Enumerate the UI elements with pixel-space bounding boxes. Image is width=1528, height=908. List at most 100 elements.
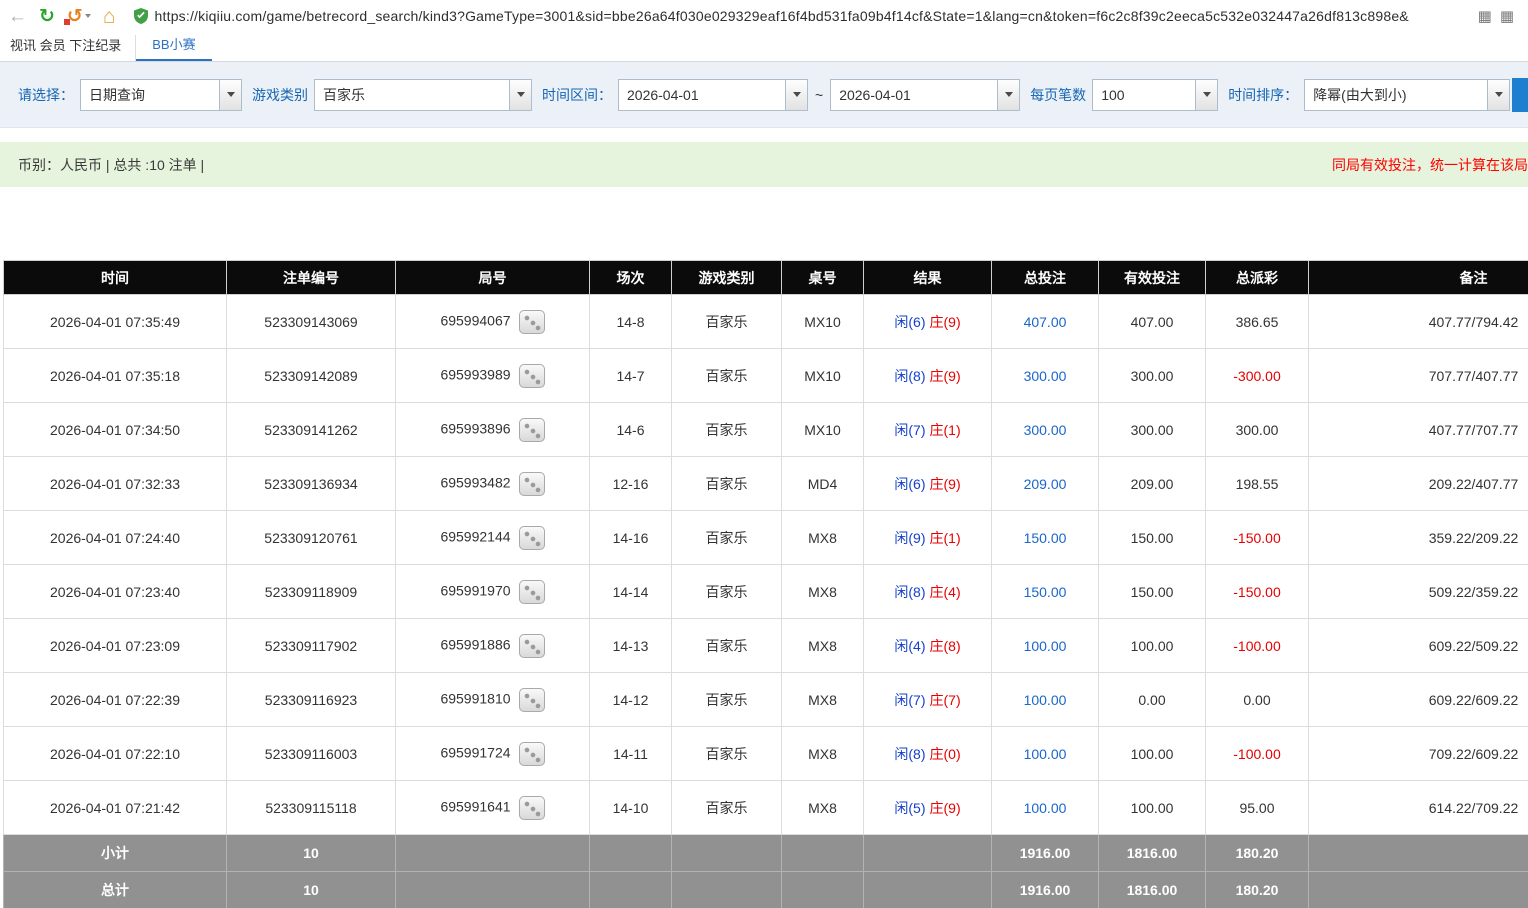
- cell-time: 2026-04-01 07:22:10: [4, 727, 227, 781]
- date-to-select[interactable]: 2026-04-01: [830, 79, 1020, 111]
- address-bar[interactable]: https://kiqiiu.com/game/betrecord_search…: [128, 3, 1520, 29]
- cell-total-bet[interactable]: 407.00: [992, 295, 1099, 349]
- cell-result: 闲(5)庄(9): [864, 781, 992, 835]
- footer-cell: [590, 835, 672, 872]
- banker-result: 庄(4): [930, 584, 961, 600]
- cell-total-bet[interactable]: 100.00: [992, 781, 1099, 835]
- column-header: 总派彩: [1206, 261, 1309, 295]
- dice-replay-icon[interactable]: [519, 526, 545, 550]
- date-from-select[interactable]: 2026-04-01: [618, 79, 808, 111]
- footer-cell: [1309, 835, 1528, 872]
- dice-replay-icon[interactable]: [519, 796, 545, 820]
- query-type-select[interactable]: 日期查询: [80, 79, 242, 111]
- dice-replay-icon[interactable]: [519, 580, 545, 604]
- tab-bb-games[interactable]: BB小赛: [136, 34, 211, 61]
- cell-total-bet[interactable]: 100.00: [992, 673, 1099, 727]
- page-size-label: 每页笔数: [1030, 85, 1086, 105]
- cell-bet-id: 523309142089: [227, 349, 396, 403]
- column-header: 注单编号: [227, 261, 396, 295]
- cell-bet-id: 523309120761: [227, 511, 396, 565]
- back-icon[interactable]: ←: [8, 7, 27, 26]
- footer-cell: [396, 835, 590, 872]
- cell-bet-id: 523309116923: [227, 673, 396, 727]
- cell-result: 闲(7)庄(1): [864, 403, 992, 457]
- cell-session: 14-8: [590, 295, 672, 349]
- footer-cell: [396, 872, 590, 908]
- cell-round: 695993989: [396, 349, 590, 403]
- cell-round: 695994067: [396, 295, 590, 349]
- cell-session: 12-16: [590, 457, 672, 511]
- cell-result: 闲(6)庄(9): [864, 295, 992, 349]
- cell-game-type: 百家乐: [672, 403, 782, 457]
- cell-time: 2026-04-01 07:32:33: [4, 457, 227, 511]
- cell-total-bet[interactable]: 300.00: [992, 403, 1099, 457]
- cell-session: 14-13: [590, 619, 672, 673]
- cell-game-type: 百家乐: [672, 619, 782, 673]
- page-size-value: 100: [1093, 87, 1124, 103]
- dice-replay-icon[interactable]: [519, 634, 545, 658]
- dice-replay-icon[interactable]: [519, 418, 545, 442]
- cell-remark: 407.77/707.77: [1309, 403, 1528, 457]
- cell-remark: 209.22/407.77: [1309, 457, 1528, 511]
- footer-cell: [864, 872, 992, 908]
- cell-payout: 95.00: [1206, 781, 1309, 835]
- cell-round: 695991810: [396, 673, 590, 727]
- cell-game-type: 百家乐: [672, 727, 782, 781]
- dice-replay-icon[interactable]: [519, 310, 545, 334]
- cell-valid-bet: 407.00: [1099, 295, 1206, 349]
- url-text[interactable]: https://kiqiiu.com/game/betrecord_search…: [155, 8, 1467, 24]
- cell-payout: -150.00: [1206, 565, 1309, 619]
- game-type-value: 百家乐: [315, 85, 365, 105]
- undo-button[interactable]: ↺: [67, 7, 91, 26]
- cell-table-no: MX8: [782, 565, 864, 619]
- chevron-down-icon: [219, 80, 241, 110]
- secure-shield-icon[interactable]: [134, 8, 148, 24]
- cell-total-bet[interactable]: 300.00: [992, 349, 1099, 403]
- player-result: 闲(5): [894, 800, 925, 816]
- cell-time: 2026-04-01 07:21:42: [4, 781, 227, 835]
- cell-payout: 0.00: [1206, 673, 1309, 727]
- banker-result: 庄(9): [930, 314, 961, 330]
- cell-table-no: MX8: [782, 619, 864, 673]
- cell-remark: 614.22/709.22: [1309, 781, 1528, 835]
- cell-session: 14-10: [590, 781, 672, 835]
- cell-total-bet[interactable]: 100.00: [992, 619, 1099, 673]
- cell-table-no: MX8: [782, 511, 864, 565]
- cell-table-no: MX8: [782, 673, 864, 727]
- refresh-icon[interactable]: ↻: [39, 7, 55, 26]
- cell-bet-id: 523309143069: [227, 295, 396, 349]
- cell-bet-id: 523309118909: [227, 565, 396, 619]
- page-size-select[interactable]: 100: [1092, 79, 1218, 111]
- game-type-label: 游戏类别: [252, 85, 308, 105]
- bet-row: 2026-04-01 07:22:39523309116923695991810…: [4, 673, 1528, 727]
- cell-total-bet[interactable]: 150.00: [992, 511, 1099, 565]
- footer-cell: 10: [227, 835, 396, 872]
- bet-records-table-wrap: 时间注单编号局号场次游戏类别桌号结果总投注有效投注总派彩备注 2026-04-0…: [3, 260, 1528, 908]
- cell-table-no: MX8: [782, 727, 864, 781]
- sort-order-select[interactable]: 降幂(由大到小): [1304, 79, 1510, 111]
- cell-time: 2026-04-01 07:23:09: [4, 619, 227, 673]
- dice-replay-icon[interactable]: [519, 742, 545, 766]
- cell-total-bet[interactable]: 209.00: [992, 457, 1099, 511]
- summary-currency-count: 币别：人民币 | 总共 :10 注单 |: [18, 155, 204, 175]
- date-to-value: 2026-04-01: [831, 87, 911, 103]
- cell-total-bet[interactable]: 150.00: [992, 565, 1099, 619]
- toolbar-extensions: ▦ ▦: [1478, 7, 1514, 25]
- cell-round: 695991724: [396, 727, 590, 781]
- extension-grid-icon-2[interactable]: ▦: [1500, 7, 1514, 25]
- undo-caret-icon: [85, 14, 91, 18]
- dice-replay-icon[interactable]: [519, 688, 545, 712]
- game-type-select[interactable]: 百家乐: [314, 79, 532, 111]
- search-button[interactable]: 查询: [1512, 78, 1528, 112]
- dice-replay-icon[interactable]: [519, 472, 545, 496]
- banker-result: 庄(9): [930, 476, 961, 492]
- dice-replay-icon[interactable]: [519, 364, 545, 388]
- cell-total-bet[interactable]: 100.00: [992, 727, 1099, 781]
- home-icon[interactable]: ⌂: [103, 6, 116, 27]
- cell-valid-bet: 209.00: [1099, 457, 1206, 511]
- footer-cell: [590, 872, 672, 908]
- extension-grid-icon-1[interactable]: ▦: [1478, 7, 1492, 25]
- banker-result: 庄(0): [930, 746, 961, 762]
- round-id: 695994067: [440, 312, 510, 328]
- player-result: 闲(7): [894, 422, 925, 438]
